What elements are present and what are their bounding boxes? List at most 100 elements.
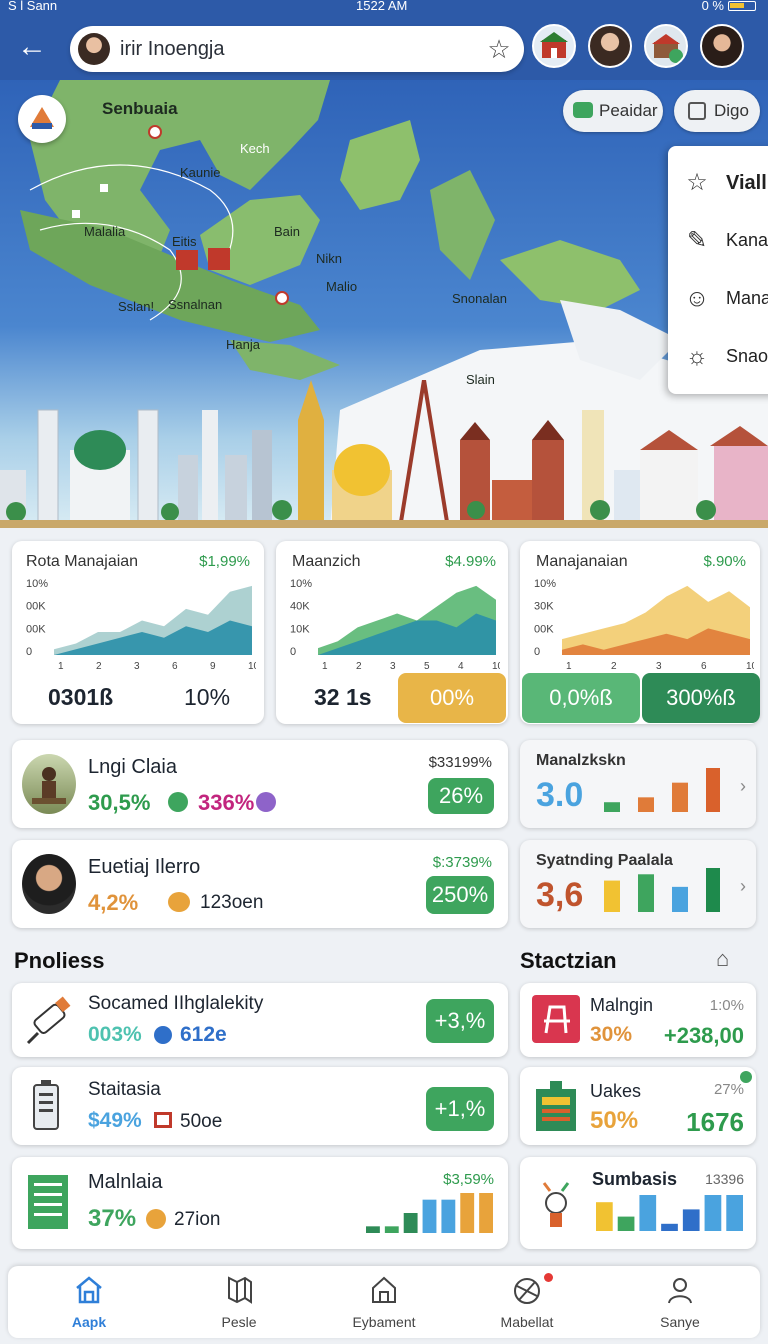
bar	[638, 797, 654, 812]
back-button[interactable]: ←	[14, 32, 50, 64]
coin-icon	[146, 1209, 166, 1229]
ball-icon	[514, 1278, 540, 1304]
list-item-amount: $3,59%	[443, 1171, 494, 1188]
section-title: Pnoliess	[14, 948, 105, 973]
mini-stat-card[interactable]: Syatnding Paalala 3,6 ›	[520, 840, 756, 928]
digo-button[interactable]: Digo	[674, 90, 760, 132]
battery-icon	[728, 1, 756, 11]
x-tick-label: 3	[134, 661, 140, 671]
person-card[interactable]: Lngi Claia $33199% 30,5% 336% 26%	[12, 740, 508, 828]
star-icon[interactable]: ☆	[484, 34, 514, 64]
bar	[661, 1223, 678, 1231]
calculator-icon	[536, 1081, 576, 1131]
list-item-amount: 27%	[713, 1081, 744, 1098]
stat-chip[interactable]: 00%	[398, 673, 506, 723]
search-input[interactable]	[120, 34, 460, 64]
list-item[interactable]: Malnlaia $3,59% 37% 27ion	[12, 1157, 508, 1249]
stat-left: 0301ß	[48, 684, 114, 710]
stat-chip[interactable]: 0,0%ß	[522, 673, 640, 723]
list-item[interactable]: Uakes 27% 50% 1676	[520, 1067, 756, 1145]
avatar[interactable]	[700, 24, 744, 68]
nav-item-aapk[interactable]: Aapk	[14, 1266, 164, 1338]
menu-item-mana[interactable]: ☺ Mana	[668, 270, 768, 326]
plug-icon	[26, 996, 71, 1045]
list-item[interactable]: Sumbasis 13396	[520, 1157, 756, 1249]
search-bar[interactable]: ☆	[70, 26, 524, 72]
online-dot	[740, 1071, 752, 1083]
y-tick-label: 40K	[290, 601, 310, 613]
menu-item-label: Snao	[726, 346, 768, 366]
avatar[interactable]	[78, 33, 110, 65]
chair-icon	[532, 995, 580, 1043]
bar	[638, 874, 654, 912]
x-tick-label: 10	[492, 661, 500, 671]
peaidar-button[interactable]: Peaidar	[563, 90, 663, 132]
stat-value: 1676	[686, 1107, 744, 1137]
stat-value: +238,00	[663, 1023, 744, 1048]
stat-value: 27ion	[174, 1209, 221, 1230]
menu-item-viall[interactable]: ☆ Viall	[668, 154, 768, 210]
map-view[interactable]: Senbuaia Kech Kaunie Malalia Eitis Bain …	[0, 80, 768, 528]
menu-item-snao[interactable]: ☼ Snao	[668, 328, 768, 384]
stat-percent: 4,2%	[88, 890, 139, 915]
card-title: Maanzich	[292, 553, 361, 570]
nav-label: Pesle	[221, 1314, 257, 1330]
list-item[interactable]: Socamed IIhglalekity 003% 612e +3,%	[12, 983, 508, 1057]
y-tick-label: 10%	[26, 578, 48, 590]
percent-chip[interactable]: 250%	[426, 876, 494, 914]
nav-item-sanye[interactable]: Sanye	[605, 1266, 755, 1338]
chevron-right-icon[interactable]: ›	[740, 876, 746, 897]
chart-card[interactable]: Manajanaian $.90% 10% 30K 00K 0 1 2 3 6 10 0,0%ß…	[520, 541, 760, 724]
chart-card[interactable]: Maanzich $4.99% 10%40K10K01235410 32 1s …	[276, 541, 508, 724]
nav-item-mabellat[interactable]: Mabellat	[452, 1266, 602, 1338]
list-item-title: Sumbasis	[592, 1169, 678, 1189]
stat-percent: 30,5%	[88, 790, 151, 815]
battery-icon	[33, 1080, 59, 1130]
skyline-illustration	[0, 380, 768, 528]
percent-chip[interactable]: +1,%	[426, 1087, 494, 1131]
lightbulb-icon	[542, 1182, 570, 1227]
bar	[596, 1202, 613, 1231]
nav-label: Sanye	[660, 1314, 700, 1330]
area-chart: 10% 00K 00K 0 1 2 3 6 9 10	[26, 575, 260, 672]
stat-chip[interactable]: 300%ß	[642, 673, 760, 723]
nav-item-pesle[interactable]: Pesle	[164, 1266, 314, 1338]
avatar-building[interactable]	[532, 24, 576, 68]
mini-bar-chart	[604, 868, 720, 912]
status-time: 1522 AM	[356, 0, 408, 13]
list-item[interactable]: Malngin 1:0% 30% +238,00	[520, 983, 756, 1057]
list-item[interactable]: Staitasia $49% 50oe +1,%	[12, 1067, 508, 1145]
minus-icon	[154, 1112, 172, 1128]
mini-bar-chart	[596, 1195, 743, 1231]
x-tick-label: 1	[566, 661, 572, 671]
clock-icon	[256, 792, 276, 812]
x-tick-label: 2	[96, 661, 102, 671]
person-name: Lngi Claia	[88, 756, 177, 778]
avatar[interactable]	[588, 24, 632, 68]
y-tick-label: 10%	[534, 578, 556, 590]
menu-item-kana[interactable]: ✎ Kana	[668, 212, 768, 268]
bar	[479, 1193, 493, 1233]
card-value: $1,99%	[199, 553, 250, 570]
mini-stat-card[interactable]: Manalzkskn 3.0 ›	[520, 740, 756, 828]
spreadsheet-icon	[28, 1175, 68, 1229]
percent-chip[interactable]: +3,%	[426, 999, 494, 1043]
bar	[422, 1199, 437, 1233]
stat-value: 50oe	[180, 1111, 223, 1132]
bar	[441, 1199, 456, 1233]
mini-bar-chart	[604, 768, 720, 812]
person-card[interactable]: Euetiaj Ilerro $:3739% 4,2% 123oen 250%	[12, 840, 508, 928]
chevron-right-icon[interactable]: ›	[740, 776, 746, 797]
avatar	[22, 754, 76, 814]
battery-label: 0 %	[701, 0, 724, 13]
nav-label: Eybament	[352, 1314, 416, 1330]
card-value: $.90%	[703, 553, 746, 570]
nav-item-eybament[interactable]: Eybament	[309, 1266, 459, 1338]
mini-bar-chart	[366, 1193, 493, 1233]
percent-chip[interactable]: 26%	[428, 778, 494, 814]
stat-percent: $49%	[88, 1109, 142, 1132]
share-icon[interactable]: ⌂	[716, 946, 729, 972]
chart-card[interactable]: Rota Manajaian $1,99% 10% 00K 00K 0 1 2 3 6 9 1 0 …	[12, 541, 264, 724]
avatar-house[interactable]	[644, 24, 688, 68]
x-tick-label: 9	[210, 661, 216, 671]
